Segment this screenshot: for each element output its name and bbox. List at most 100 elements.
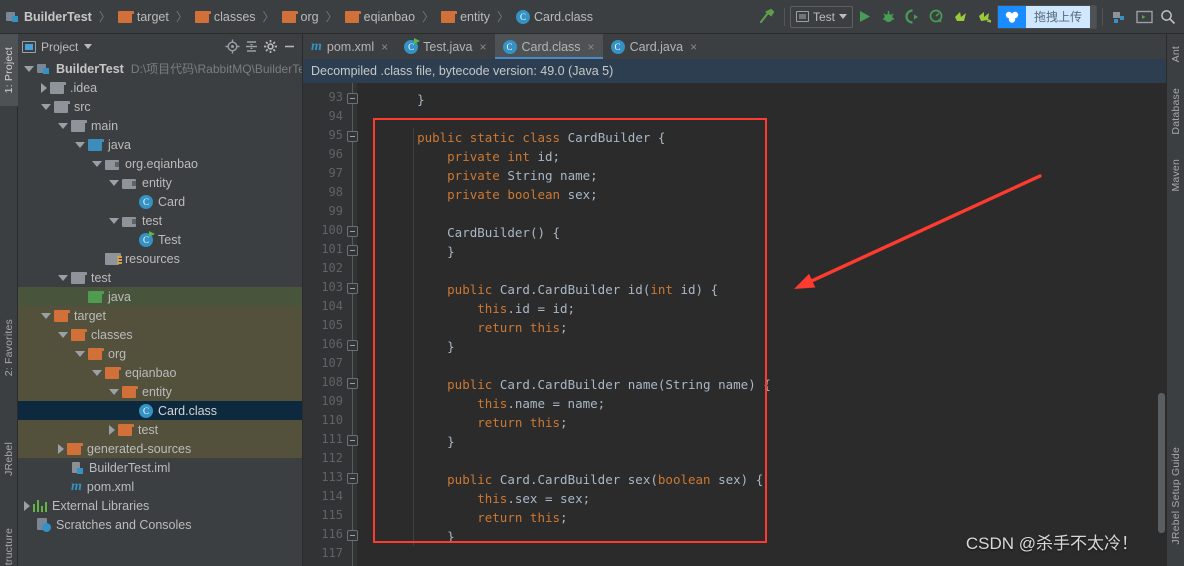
run-with-coverage-icon[interactable] (901, 5, 925, 29)
fold-collapse-icon[interactable] (347, 131, 358, 142)
chevron-down-icon[interactable] (58, 122, 68, 129)
jrebel-debug-icon[interactable] (973, 5, 997, 29)
chevron-down-icon[interactable] (75, 350, 85, 357)
editor-tab-test-java[interactable]: C Test.java × (396, 34, 494, 59)
tree-node-classes[interactable]: classes (18, 325, 302, 344)
breadcrumb-item-classes[interactable]: classes (193, 0, 258, 34)
fold-end-icon[interactable] (347, 245, 358, 256)
tool-button-7-structure[interactable]: 7: Structure (0, 516, 18, 566)
chevron-down-icon[interactable] (58, 331, 68, 338)
tree-node-test[interactable]: C Test (18, 230, 302, 249)
drag-drop-upload-control[interactable]: 拖拽上传 (996, 4, 1097, 29)
breadcrumb-item-eqianbao[interactable]: eqianbao (343, 0, 417, 34)
search-icon[interactable] (1156, 5, 1180, 29)
tree-node-test[interactable]: test (18, 420, 302, 439)
tool-button-ant[interactable]: Ant (1167, 36, 1184, 72)
target-icon[interactable] (224, 38, 241, 56)
code-token: Card.CardBuilder sex( (499, 472, 658, 487)
tool-window-label: 1: Project (3, 46, 15, 94)
editor-tab-pom-xml[interactable]: m pom.xml × (303, 34, 396, 59)
code-token: } (417, 92, 425, 107)
chevron-down-icon[interactable] (58, 274, 68, 281)
minus-icon[interactable] (281, 38, 298, 56)
fold-end-icon[interactable] (347, 93, 358, 104)
chevron-right-icon[interactable] (58, 443, 64, 454)
tool-button-1-project[interactable]: 1: Project (0, 34, 18, 106)
chevron-down-icon[interactable] (84, 44, 93, 49)
fold-end-icon[interactable] (347, 435, 358, 446)
tree-node-src[interactable]: src (18, 97, 302, 116)
chevron-down-icon[interactable] (41, 312, 51, 319)
tree-node-pom-xml[interactable]: m pom.xml (18, 477, 302, 496)
run-configuration-selector[interactable]: Test (789, 5, 853, 28)
tree-node-main[interactable]: main (18, 116, 302, 135)
debug-bug-icon[interactable] (877, 5, 901, 29)
tree-node-resources[interactable]: resources (18, 249, 302, 268)
tree-node--idea[interactable]: .idea (18, 78, 302, 97)
run-button[interactable] (853, 5, 877, 29)
chevron-down-icon[interactable] (41, 103, 51, 110)
build-hammer-icon[interactable] (755, 5, 779, 29)
tool-button-jrebel[interactable]: JRebel (0, 432, 18, 486)
chevron-right-icon[interactable] (41, 82, 47, 93)
tree-node-entity[interactable]: entity (18, 173, 302, 192)
tool-button-database[interactable]: Database (1167, 78, 1184, 144)
tree-node-test[interactable]: test (18, 211, 302, 230)
tree-node-target[interactable]: target (18, 306, 302, 325)
editor-vertical-scrollbar[interactable] (1158, 393, 1165, 533)
profiler-icon[interactable] (925, 5, 949, 29)
fold-collapse-icon[interactable] (347, 473, 358, 484)
tree-node-test[interactable]: test (18, 268, 302, 287)
tree-node-org-eqianbao[interactable]: org.eqianbao (18, 154, 302, 173)
project-structure-icon[interactable] (1108, 5, 1132, 29)
breadcrumb-item-card-class[interactable]: C Card.class (514, 0, 595, 34)
jrebel-run-icon[interactable] (949, 5, 973, 29)
tool-button-2-favorites[interactable]: 2: Favorites (0, 306, 18, 390)
breadcrumb-item-buildertest[interactable]: BuilderTest (4, 0, 94, 34)
close-icon[interactable]: × (588, 40, 595, 54)
project-tree[interactable]: BuilderTest D:\项目代码\RabbitMQ\BuilderTest.… (18, 59, 302, 564)
tree-node-java[interactable]: java (18, 135, 302, 154)
upload-grip-handle[interactable] (1090, 5, 1096, 28)
chevron-down-icon[interactable] (109, 217, 119, 224)
tree-node-buildertest-iml[interactable]: BuilderTest.iml (18, 458, 302, 477)
chevron-down-icon[interactable] (92, 369, 102, 376)
tool-button-maven[interactable]: Maven (1167, 150, 1184, 200)
chevron-right-icon[interactable] (109, 424, 115, 435)
collapse-all-icon[interactable] (243, 38, 260, 56)
tree-node-external-libraries[interactable]: External Libraries (18, 496, 302, 515)
fold-collapse-icon[interactable] (347, 283, 358, 294)
editor-tab-card-class[interactable]: C Card.class × (494, 34, 603, 59)
editor-tab-card-java[interactable]: C Card.java × (603, 34, 706, 59)
source-code-text[interactable]: } public static class CardBuilder {privat… (358, 83, 1166, 566)
tree-node-card[interactable]: C Card (18, 192, 302, 211)
tree-node-org[interactable]: org (18, 344, 302, 363)
tree-node-generated-sources[interactable]: generated-sources (18, 439, 302, 458)
close-icon[interactable]: × (479, 40, 486, 54)
tree-node-entity[interactable]: entity (18, 382, 302, 401)
fold-collapse-icon[interactable] (347, 226, 358, 237)
fold-end-icon[interactable] (347, 530, 358, 541)
chevron-down-icon[interactable] (109, 388, 119, 395)
tree-node-java[interactable]: java (18, 287, 302, 306)
breadcrumb-item-target[interactable]: target (116, 0, 171, 34)
close-icon[interactable]: × (690, 40, 697, 54)
chevron-down-icon[interactable] (92, 160, 102, 167)
close-icon[interactable]: × (381, 40, 388, 54)
terminal-icon[interactable] (1132, 5, 1156, 29)
breadcrumb-item-entity[interactable]: entity (439, 0, 492, 34)
fold-end-icon[interactable] (347, 340, 358, 351)
chevron-down-icon[interactable] (109, 179, 119, 186)
code-viewer[interactable]: 93 94 95 96 97 98 99 100 101 102 103 104 105 106 107 10… (303, 83, 1166, 566)
tree-node-buildertest[interactable]: BuilderTest D:\项目代码\RabbitMQ\BuilderTest (18, 59, 302, 78)
breadcrumb-item-org[interactable]: org (280, 0, 321, 34)
chevron-down-icon[interactable] (24, 65, 34, 72)
tool-button-jrebel-setup-guide[interactable]: JRebel Setup Guide (1167, 438, 1184, 554)
tree-node-card-class[interactable]: C Card.class (18, 401, 302, 420)
tree-node-eqianbao[interactable]: eqianbao (18, 363, 302, 382)
fold-collapse-icon[interactable] (347, 378, 358, 389)
chevron-right-icon[interactable] (24, 500, 30, 511)
tree-node-scratches-and-consoles[interactable]: Scratches and Consoles (18, 515, 302, 534)
chevron-down-icon[interactable] (75, 141, 85, 148)
gear-icon[interactable] (262, 38, 279, 56)
